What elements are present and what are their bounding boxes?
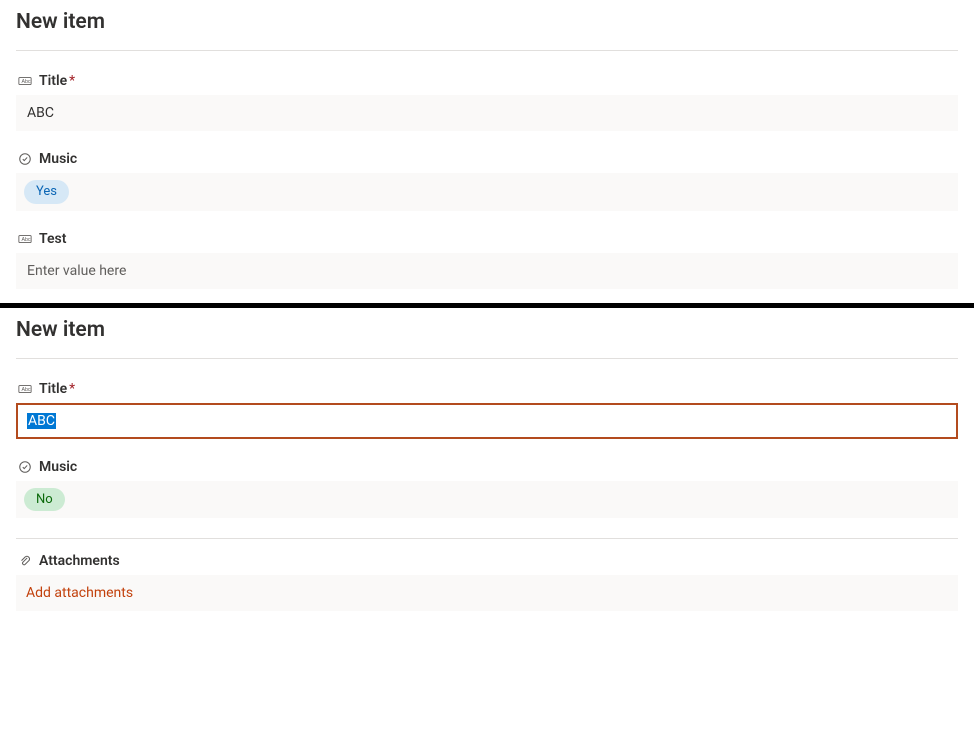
title-input[interactable]: ABC [16, 95, 958, 131]
field-title-label: Title* [39, 381, 75, 397]
field-title-label-row: Abc Title* [16, 73, 958, 89]
music-pill-no[interactable]: No [24, 488, 65, 512]
field-attachments-label: Attachments [39, 553, 120, 569]
music-input[interactable]: No [16, 481, 958, 519]
field-music-label-row: Music [16, 151, 958, 167]
field-music: Music No [16, 459, 958, 519]
choice-field-icon [18, 152, 32, 166]
section-divider [16, 538, 958, 539]
required-asterisk: * [69, 73, 75, 89]
field-attachments: Attachments Add attachments [16, 553, 958, 611]
svg-text:Abc: Abc [22, 79, 31, 85]
title-input-focused[interactable]: ABC [16, 403, 958, 439]
music-pill-yes[interactable]: Yes [24, 180, 69, 204]
form-panel-1: New item Abc Title* ABC Mu [0, 0, 974, 303]
field-attachments-label-row: Attachments [16, 553, 958, 569]
field-title-label: Title* [39, 73, 75, 89]
music-input[interactable]: Yes [16, 173, 958, 211]
field-music-label: Music [39, 151, 77, 167]
header-divider [16, 50, 958, 51]
svg-text:Abc: Abc [22, 387, 31, 393]
text-field-icon: Abc [18, 74, 32, 88]
header-divider [16, 358, 958, 359]
title-input-selected-text: ABC [27, 413, 56, 429]
paperclip-icon [18, 554, 32, 568]
field-music-label-row: Music [16, 459, 958, 475]
required-asterisk: * [69, 381, 75, 397]
form-header: New item [16, 318, 958, 342]
field-title: Abc Title* ABC [16, 73, 958, 131]
svg-text:Abc: Abc [22, 237, 31, 243]
field-title: Abc Title* ABC [16, 381, 958, 439]
test-input[interactable]: Enter value here [16, 253, 958, 289]
field-test-label-row: Abc Test [16, 231, 958, 247]
field-music-label: Music [39, 459, 77, 475]
field-test-label: Test [39, 231, 66, 247]
field-title-label-row: Abc Title* [16, 381, 958, 397]
form-header: New item [16, 10, 958, 34]
field-test: Abc Test Enter value here [16, 231, 958, 289]
field-music: Music Yes [16, 151, 958, 211]
text-field-icon: Abc [18, 232, 32, 246]
choice-field-icon [18, 460, 32, 474]
form-panel-2: New item Abc Title* ABC [0, 308, 974, 622]
add-attachments-button[interactable]: Add attachments [16, 575, 958, 611]
text-field-icon: Abc [18, 382, 32, 396]
